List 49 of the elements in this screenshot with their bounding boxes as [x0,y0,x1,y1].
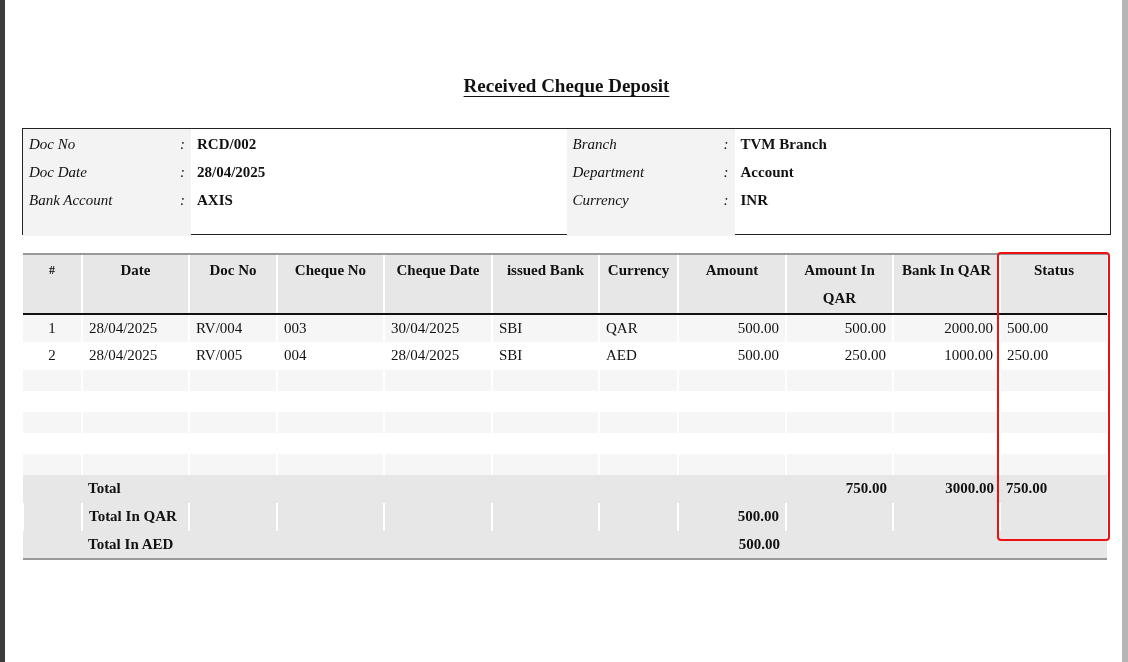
table-cell: 28/04/2025 [82,313,189,342]
column-header: issued Bank [492,253,599,314]
colon: : [723,190,729,210]
column-header: Bank In QAR [893,253,1000,314]
field-label: Doc Date [29,162,87,182]
field-value: INR [740,191,768,208]
column-header: Amount [678,253,786,314]
table-cell: 1 [23,313,82,342]
table-cell: SBI [492,313,599,342]
field-label: Branch [572,134,617,154]
colon: : [723,162,729,182]
table-cell: RV/004 [189,313,277,342]
field-label: Bank Account [29,190,113,210]
field-label: Currency [572,190,629,210]
total-value: 750.00 [786,474,893,503]
colon: : [180,162,185,182]
field-label: Department [572,162,645,182]
column-header: Cheque Date [384,253,492,314]
colon: : [180,190,185,210]
table-cell: 30/04/2025 [384,313,492,342]
colon: : [723,134,729,154]
field-value: AXIS [197,191,233,208]
table-cell: QAR [599,313,678,342]
column-header: Amount In QAR [786,253,893,314]
table-cell: 500.00 [786,313,893,342]
table-cell: 500.00 [1000,313,1107,342]
total-label: Total [82,474,189,503]
field-value: 28/04/2025 [197,163,266,180]
table-cell: 500.00 [678,313,786,342]
colon: : [180,134,185,154]
field-value: RCD/002 [197,135,257,152]
field-label: Doc No [29,134,76,154]
table-cell: 003 [277,313,384,342]
field-value: Account [740,163,794,180]
total-value: 750.00 [1000,474,1107,503]
column-header: Doc No [189,253,277,314]
column-header: # [23,253,82,314]
document-title: Received Cheque Deposit [463,74,670,98]
total-label: Total In QAR [82,502,189,531]
column-header: Cheque No [277,253,384,314]
field-value: TVM Branch [740,135,827,152]
total-value: 500.00 [678,502,786,531]
table-cell: 2 [23,341,82,370]
column-header: Status [1000,253,1107,314]
total-value: 3000.00 [893,474,1000,503]
column-header: Date [82,253,189,314]
column-header: Currency [599,253,678,314]
total-label: Total In AED [82,530,189,559]
total-value: 500.00 [678,530,786,559]
